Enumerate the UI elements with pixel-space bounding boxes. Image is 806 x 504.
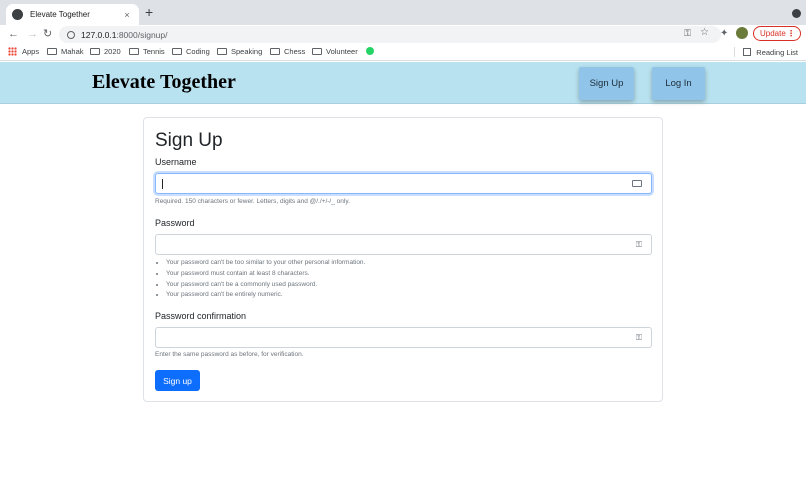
bookmark-whatsapp[interactable]	[366, 47, 374, 55]
site-brand[interactable]: Elevate Together	[92, 71, 236, 94]
list-item: Your password can't be too similar to yo…	[166, 258, 365, 269]
bookmark-chess[interactable]: Chess	[270, 47, 305, 56]
reading-list-button[interactable]: Reading List	[734, 47, 798, 57]
menu-dots-icon: ⋮	[787, 29, 795, 38]
reading-list-icon	[743, 48, 752, 56]
list-item: Your password can't be a commonly used p…	[166, 280, 365, 291]
browser-tab[interactable]: Elevate Together ×	[6, 4, 139, 25]
whatsapp-icon	[366, 47, 374, 55]
bookmarks-bar: Apps Mahak 2020 Tennis Coding Speaking C…	[0, 44, 806, 61]
reload-button[interactable]: ↻	[43, 26, 52, 42]
profile-avatar[interactable]	[736, 27, 748, 39]
password-confirmation-input[interactable]: ⚿	[155, 327, 652, 348]
address-bar[interactable]: 127.0.0.1:8000/signup/ ⚿ ☆	[59, 26, 721, 43]
key-icon[interactable]: ⚿	[684, 28, 691, 39]
back-button[interactable]: ←	[8, 26, 19, 42]
text-cursor	[162, 179, 163, 189]
password-rules-list: Your password can't be too similar to yo…	[166, 258, 365, 301]
close-tab-icon[interactable]: ×	[121, 10, 133, 20]
bookmark-speaking[interactable]: Speaking	[217, 47, 262, 56]
key-icon[interactable]: ⚿	[636, 333, 642, 343]
nav-signup-button[interactable]: Sign Up	[579, 67, 634, 100]
site-info-icon[interactable]	[67, 30, 75, 39]
nav-login-button[interactable]: Log In	[652, 67, 705, 100]
username-help: Required. 150 characters or fewer. Lette…	[155, 198, 350, 205]
browser-toolbar: ← → ↻ 127.0.0.1:8000/signup/ ⚿ ☆	[0, 25, 806, 44]
folder-icon	[90, 48, 100, 55]
password-label: Password	[155, 218, 195, 228]
username-label: Username	[155, 157, 197, 167]
folder-icon	[217, 48, 227, 55]
contact-card-icon[interactable]	[632, 180, 642, 187]
bookmark-2020[interactable]: 2020	[90, 47, 121, 56]
folder-icon	[129, 48, 139, 55]
bookmark-coding[interactable]: Coding	[172, 47, 210, 56]
password-confirmation-label: Password confirmation	[155, 311, 247, 321]
signup-submit-button[interactable]: Sign up	[155, 370, 200, 391]
apps-grid-icon	[8, 47, 17, 56]
bookmark-volunteer[interactable]: Volunteer	[312, 47, 358, 56]
tab-title: Elevate Together	[30, 10, 90, 19]
bookmark-star-icon[interactable]: ☆	[700, 27, 709, 38]
new-tab-button[interactable]: +	[145, 5, 153, 19]
browser-tab-strip: Elevate Together × +	[0, 0, 806, 25]
tab-search-icon[interactable]	[792, 9, 801, 18]
forward-button[interactable]: →	[27, 26, 38, 42]
bookmark-tennis[interactable]: Tennis	[129, 47, 165, 56]
extensions-icon[interactable]: ✦	[720, 28, 728, 39]
site-header: Elevate Together Sign Up Log In	[0, 62, 806, 104]
key-icon[interactable]: ⚿	[636, 240, 642, 250]
list-item: Your password can't be entirely numeric.	[166, 290, 365, 301]
folder-icon	[47, 48, 57, 55]
signup-card: Sign Up Username Required. 150 character…	[143, 117, 663, 402]
folder-icon	[312, 48, 322, 55]
password-input[interactable]: ⚿	[155, 234, 652, 255]
separator	[734, 47, 736, 57]
update-button[interactable]: Update ⋮	[753, 26, 801, 41]
list-item: Your password must contain at least 8 ch…	[166, 269, 365, 280]
bookmark-apps[interactable]: Apps	[8, 47, 39, 56]
globe-icon	[12, 9, 23, 20]
page-title: Sign Up	[155, 130, 223, 151]
username-input[interactable]	[155, 173, 652, 194]
bookmark-mahak[interactable]: Mahak	[47, 47, 84, 56]
folder-icon	[172, 48, 182, 55]
folder-icon	[270, 48, 280, 55]
url-text[interactable]: 127.0.0.1:8000/signup/	[81, 30, 168, 40]
password-confirmation-help: Enter the same password as before, for v…	[155, 351, 304, 358]
